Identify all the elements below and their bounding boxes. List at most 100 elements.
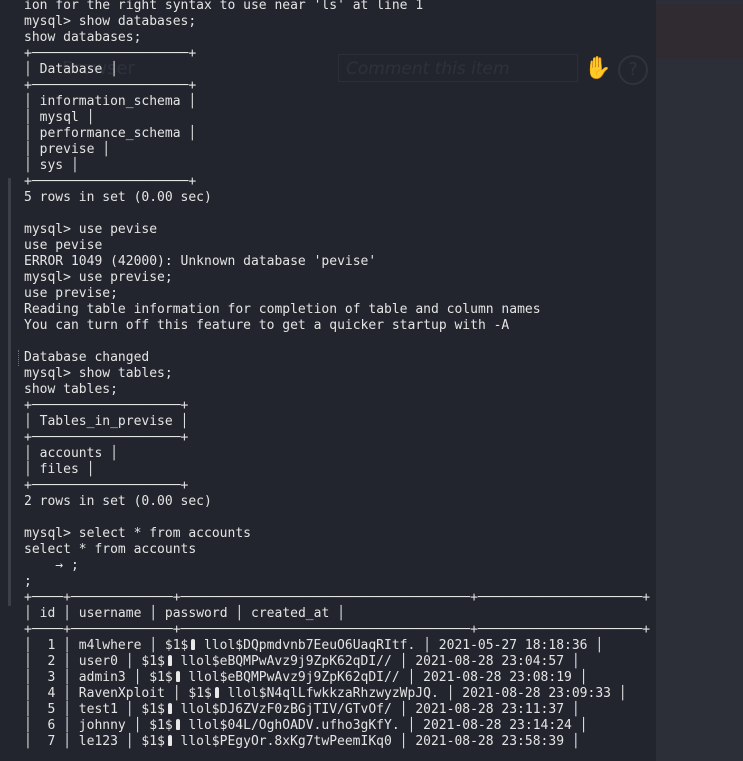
table-pipe: │ [125, 718, 150, 733]
cell-password: $1$ llol$PEgyOr.8xKg7twPeemIKq0 [141, 734, 391, 749]
accounts-table-header: │ id │ username │ password │ created_at … [24, 606, 345, 622]
table-pipe: │ [610, 686, 627, 701]
table-pipe: │ [227, 606, 252, 621]
table-pipe: │ [24, 462, 40, 477]
table-pipe: │ [55, 638, 79, 653]
terminal-line: use previse; [24, 286, 118, 301]
table-cell: mysql [39, 110, 79, 125]
cell-created-at: 2021-08-28 23:58:39 [415, 734, 565, 749]
table-pipe: │ [24, 670, 48, 685]
table-pipe: │ [564, 654, 580, 669]
password-prefix: $1$ [141, 702, 165, 717]
table-pipe: │ [24, 702, 48, 717]
cell-username: test1 [78, 702, 118, 717]
table-pipe: │ [571, 670, 588, 685]
table-pipe: │ [180, 94, 197, 109]
table-pipe: │ [55, 606, 79, 621]
terminal-line: mysql> show databases; [24, 14, 197, 29]
table-pipe: │ [24, 110, 40, 125]
table-pipe: │ [117, 654, 142, 669]
terminal-line: mysql> use previse; [24, 270, 173, 285]
password-hash: llol$04L/OghOADV.ufho3gKfY. [188, 718, 400, 733]
table-cell: files [39, 462, 79, 477]
tables-table-border: +───────────────────+ [24, 478, 189, 493]
column-header-username: username [78, 606, 142, 621]
terminal-output[interactable]: Browser Comment this item ✋ ? ion for th… [0, 0, 656, 761]
accounts-row: │ 6 │ johnny │ $1$ llol$04L/OghOADV.ufho3… [24, 718, 588, 734]
table-cell: previse [39, 142, 95, 157]
password-prefix: $1$ [164, 638, 189, 653]
side-panel [656, 0, 743, 761]
password-hash: llol$DQpmdvnb7EeuO6UaqRItf. [203, 638, 416, 653]
table-row: │ files │ [24, 462, 94, 478]
scrollbar[interactable] [8, 178, 11, 606]
tables-table-border: +───────────────────+ [24, 430, 189, 445]
table-pipe: │ [24, 142, 40, 157]
terminal-line: You can turn off this feature to get a q… [24, 318, 510, 333]
table-pipe: │ [24, 62, 40, 77]
table-pipe: │ [55, 686, 79, 701]
table-pipe: │ [399, 670, 424, 685]
cell-created-at: 2021-08-28 23:09:33 [462, 686, 611, 701]
table-pipe: │ [117, 734, 142, 749]
table-pipe: │ [24, 158, 40, 173]
databases-table-border: +────────────────────+ [24, 46, 197, 61]
ghost-comment-input: Comment this item [338, 54, 578, 82]
accounts-row: │ 4 │ RavenXploit │ $1$ llol$N4qlLfwkkzaR… [24, 686, 627, 702]
password-prefix: $1$ [149, 718, 173, 733]
table-pipe: │ [399, 718, 424, 733]
terminal-line: → ; [24, 558, 79, 573]
password-prefix: $1$ [141, 654, 165, 669]
table-pipe: │ [391, 734, 416, 749]
table-pipe: │ [24, 446, 40, 461]
table-pipe: │ [564, 702, 580, 717]
column-header: Database [39, 62, 103, 77]
cell-created-at: 2021-08-28 23:14:24 [423, 718, 572, 733]
table-cell: information_schema [39, 94, 181, 109]
terminal-line: 5 rows in set (0.00 sec) [24, 190, 212, 205]
table-pipe: │ [63, 158, 79, 173]
table-pipe: │ [329, 606, 345, 621]
table-pipe: │ [78, 462, 95, 477]
password-hash: llol$eBQMPwAvz9j9ZpK62qDI// [180, 654, 392, 669]
column-header-id: id [39, 606, 56, 621]
table-pipe: │ [141, 606, 165, 621]
cell-username: le123 [78, 734, 118, 749]
table-pipe: │ [24, 414, 40, 429]
table-pipe: │ [24, 654, 48, 669]
cell-username: admin3 [78, 670, 126, 685]
terminal-line: 2 rows in set (0.00 sec) [24, 494, 212, 509]
accounts-table-border: +────+─────────────+────────────────────… [24, 590, 651, 605]
terminal-line: Reading table information for completion… [24, 302, 541, 317]
table-pipe: │ [24, 94, 40, 109]
table-pipe: │ [24, 734, 48, 749]
cell-username: johnny [78, 718, 126, 733]
table-pipe: │ [78, 110, 95, 125]
table-pipe: │ [24, 126, 40, 141]
salt-shaker-icon [165, 654, 181, 666]
cell-username: m4lwhere [78, 638, 142, 653]
table-row: │ accounts │ [24, 446, 118, 462]
terminal-line: use pevise [24, 238, 103, 253]
accounts-table-border: +────+─────────────+────────────────────… [24, 622, 651, 637]
salt-shaker-icon [173, 670, 189, 682]
terminal-line: ion for the right syntax to use near 'ls… [24, 0, 424, 13]
hand-icon: ✋ [584, 56, 612, 81]
table-pipe: │ [415, 638, 439, 653]
table-pipe: │ [164, 686, 189, 701]
table-pipe: │ [55, 718, 79, 733]
table-pipe: │ [55, 670, 79, 685]
salt-shaker-icon [212, 686, 228, 698]
table-pipe: │ [55, 734, 79, 749]
salt-shaker-icon [188, 638, 204, 650]
table-pipe: │ [24, 718, 48, 733]
table-pipe: │ [24, 606, 40, 621]
column-header: Tables_in_previse [39, 414, 173, 429]
table-pipe: │ [125, 670, 150, 685]
table-cell: performance_schema [39, 126, 181, 141]
accounts-row: │ 2 │ user0 │ $1$ llol$eBQMPwAvz9j9ZpK62q… [24, 654, 580, 670]
cell-password: $1$ llol$N4qlLfwkkzaRhzwyzWpJQ. [188, 686, 438, 701]
terminal-line: show databases; [24, 30, 142, 45]
cell-created-at: 2021-05-27 18:18:36 [438, 638, 588, 653]
password-prefix: $1$ [141, 734, 165, 749]
